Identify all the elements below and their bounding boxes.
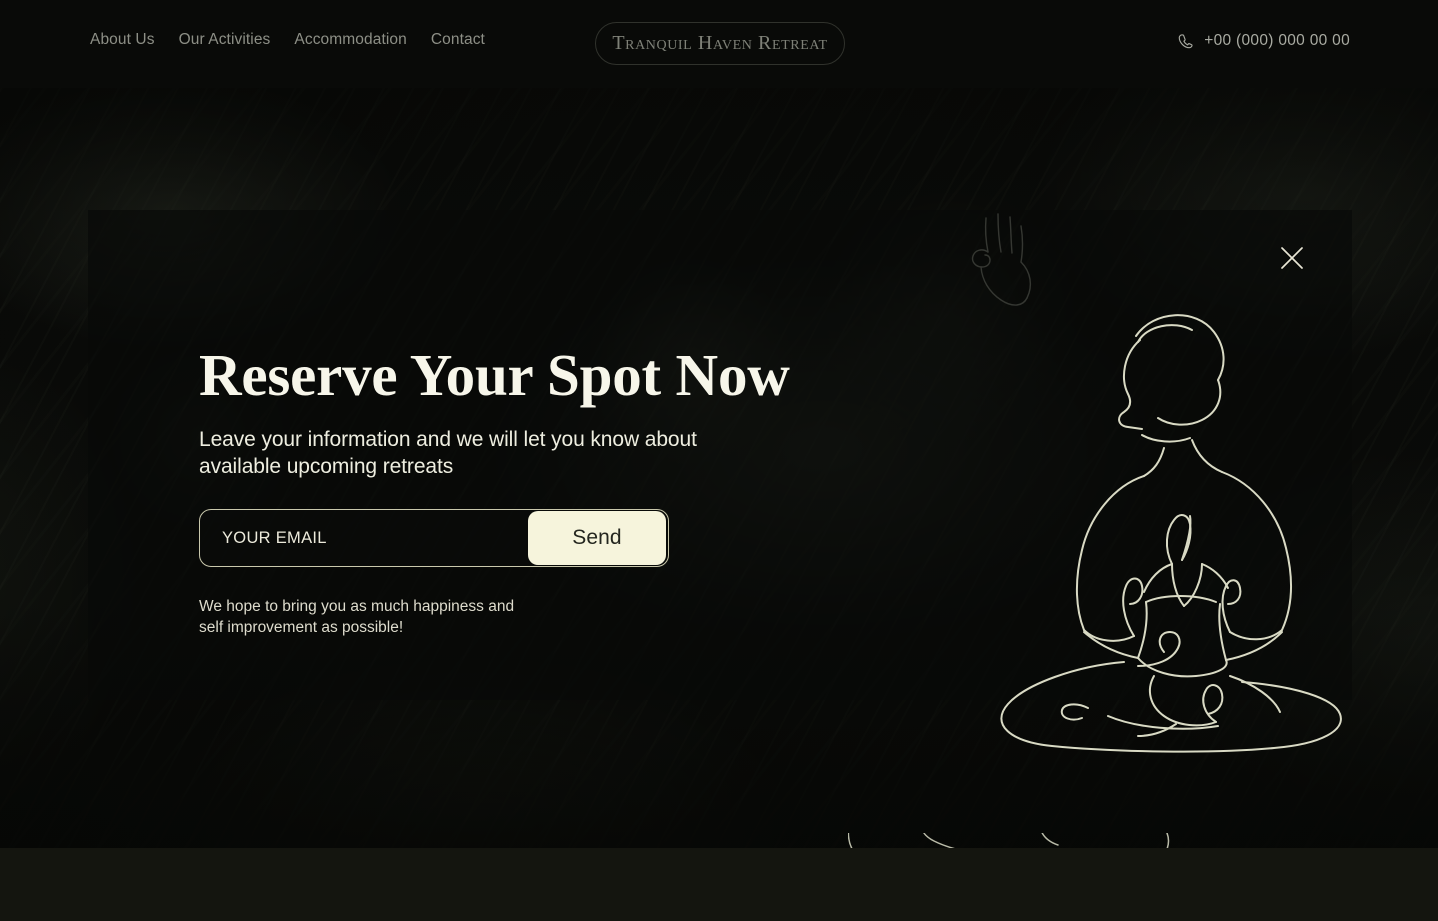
modal-title: Reserve Your Spot Now <box>199 342 790 408</box>
nav-item-our-activities[interactable]: Our Activities <box>179 31 271 49</box>
phone-contact[interactable]: +00 (000) 000 00 00 <box>1177 32 1350 50</box>
nav-item-accommodation[interactable]: Accommodation <box>294 31 406 49</box>
main-navigation: About Us Our Activities Accommodation Co… <box>90 31 485 49</box>
modal-note: We hope to bring you as much happiness a… <box>199 598 515 636</box>
modal-close-button[interactable] <box>1275 241 1309 275</box>
close-x-icon <box>1275 241 1309 275</box>
modal-subtitle: Leave your information and we will let y… <box>199 428 697 479</box>
send-button[interactable]: Send <box>528 511 666 566</box>
modal-content: Reserve Your Spot Now Leave your informa… <box>199 342 799 638</box>
nav-item-about-us[interactable]: About Us <box>90 31 155 49</box>
site-logo-label: Tranquil Haven Retreat <box>612 32 828 54</box>
reserve-spot-modal: Reserve Your Spot Now Leave your informa… <box>88 210 1352 753</box>
email-subscribe-form: Send <box>199 509 669 568</box>
page-root: About Us Our Activities Accommodation Co… <box>0 0 1438 921</box>
site-header: About Us Our Activities Accommodation Co… <box>0 0 1438 88</box>
site-logo[interactable]: Tranquil Haven Retreat <box>595 22 845 65</box>
phone-number-label: +00 (000) 000 00 00 <box>1204 32 1350 49</box>
footer-strip <box>0 848 1438 921</box>
phone-handset-icon <box>1177 33 1194 50</box>
email-input[interactable] <box>200 510 528 567</box>
meditating-woman-lower-line-art <box>848 833 1268 848</box>
nav-item-contact[interactable]: Contact <box>431 31 485 49</box>
meditating-woman-line-art-illustration <box>968 280 1388 753</box>
